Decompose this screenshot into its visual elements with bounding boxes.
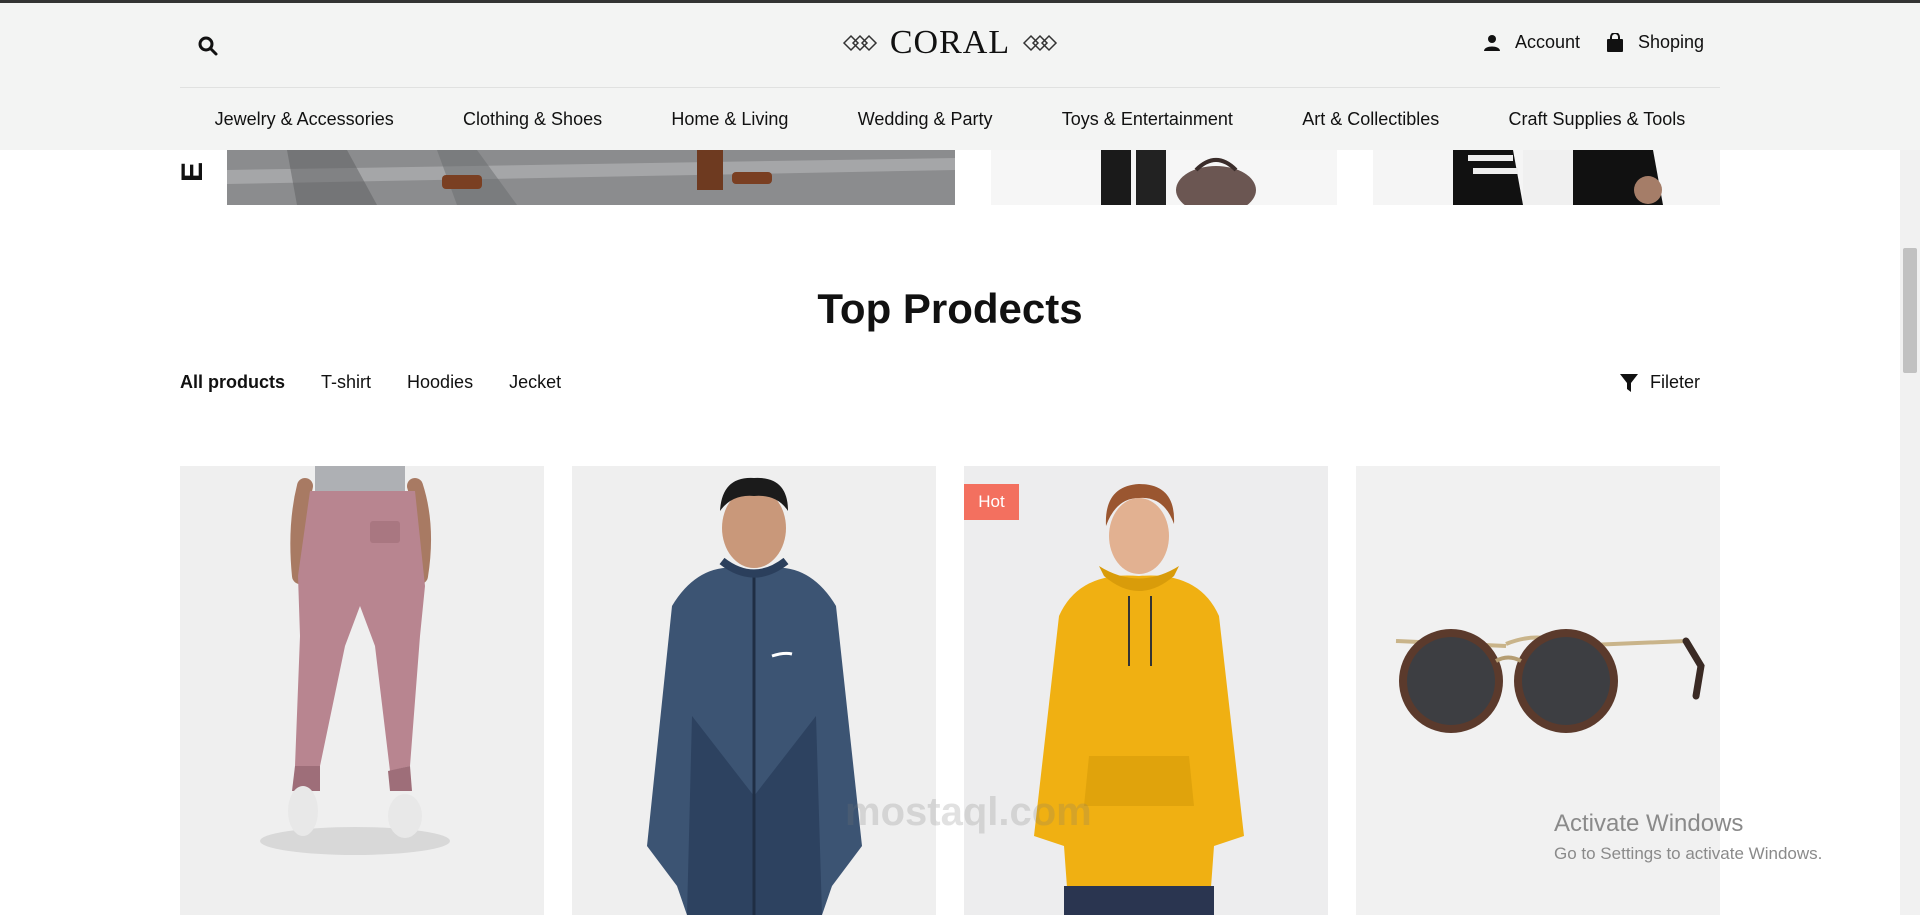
funnel-icon (1620, 373, 1638, 392)
shopping-link[interactable]: Shoping (1606, 32, 1704, 53)
windows-activation-watermark: Activate Windows Go to Settings to activ… (1554, 810, 1822, 864)
tab-tshirt[interactable]: T-shirt (321, 372, 371, 393)
logo[interactable]: CORAL (740, 21, 1160, 65)
nav-item-craft[interactable]: Craft Supplies & Tools (1509, 109, 1686, 130)
nav-item-wedding[interactable]: Wedding & Party (858, 109, 993, 130)
hot-badge: Hot (964, 484, 1019, 520)
product-card[interactable]: Hot (964, 466, 1328, 915)
product-card[interactable] (180, 466, 544, 915)
nav-item-jewelry[interactable]: Jewelry & Accessories (215, 109, 394, 130)
shopping-bag-icon (1606, 32, 1623, 52)
logo-text: CORAL (889, 24, 1011, 61)
nav-item-toys[interactable]: Toys & Entertainment (1062, 109, 1233, 130)
filter-button[interactable]: Fileter (1620, 372, 1700, 393)
product-card[interactable] (572, 466, 936, 915)
shopping-label: Shoping (1637, 32, 1704, 52)
tab-hoodies[interactable]: Hoodies (407, 372, 473, 393)
site-header: CORAL Account Shoping Jewelry & Accessor… (0, 3, 1920, 150)
banner-image-bag[interactable] (991, 150, 1337, 205)
banner-image-sandals[interactable] (227, 150, 955, 205)
nav-item-home[interactable]: Home & Living (671, 109, 788, 130)
product-tabs: All products T-shirt Hoodies Jecket (180, 372, 561, 393)
logo-ornament-left-icon (842, 34, 877, 52)
banner-image-jacket[interactable] (1373, 150, 1720, 205)
account-label: Account (1514, 32, 1580, 52)
site-watermark: mostaql.com (845, 790, 1092, 834)
account-link[interactable]: Account (1483, 32, 1580, 53)
product-image-jacket (647, 477, 862, 915)
activation-title: Activate Windows (1554, 810, 1744, 837)
filter-label: Fileter (1650, 372, 1701, 392)
category-nav: Jewelry & Accessories Clothing & Shoes H… (180, 88, 1720, 150)
logo-ornament-right-icon (1023, 34, 1058, 52)
activation-subtitle: Go to Settings to activate Windows. (1554, 844, 1823, 863)
banner-vertical-text: E (176, 161, 209, 182)
nav-item-art[interactable]: Art & Collectibles (1302, 109, 1439, 130)
product-image-pants (260, 466, 450, 855)
scrollbar-thumb[interactable] (1903, 248, 1917, 373)
user-icon (1483, 34, 1500, 51)
product-image-hoodie (1034, 484, 1244, 915)
search-icon[interactable] (196, 34, 220, 58)
tab-jacket[interactable]: Jecket (509, 372, 561, 393)
tab-all-products[interactable]: All products (180, 372, 285, 393)
section-title: Top Prodects (817, 285, 1083, 333)
header-row: CORAL Account Shoping (180, 3, 1720, 87)
nav-item-clothing[interactable]: Clothing & Shoes (463, 109, 602, 130)
